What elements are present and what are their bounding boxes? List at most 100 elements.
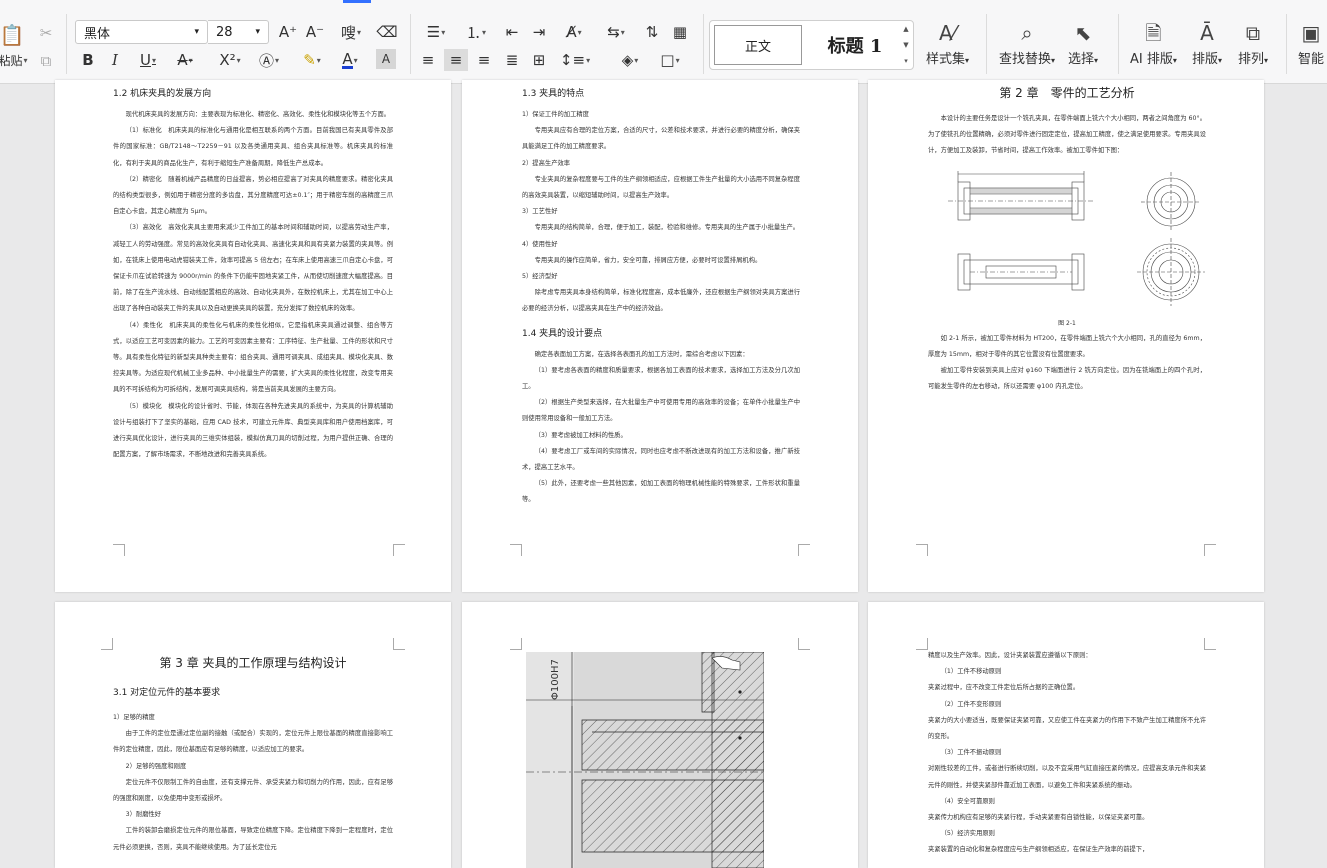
italic-icon[interactable]: I: [103, 49, 127, 71]
figure-caption: 图 2-1: [1058, 319, 1076, 327]
strikethrough-icon[interactable]: A ▾: [170, 49, 200, 71]
sort-icon[interactable]: ⇆ ▾: [600, 21, 632, 43]
align-left-icon[interactable]: ≡: [416, 49, 440, 71]
paragraph: 被加工零件安装到夹具上应对 φ160 下端面进行 2 铣方向定位。因为在铣端面上…: [928, 367, 1206, 391]
sort-az-icon[interactable]: ⇅: [640, 21, 664, 43]
paragraph: 确定各表面加工方案，在选择各表面孔的加工方法时，需综合考虑以下因素：: [534, 350, 749, 358]
font-name-value: 黑体: [84, 26, 111, 42]
find-replace-label: 查找替换: [999, 52, 1052, 67]
font-color-icon[interactable]: A ▾: [334, 49, 366, 71]
paragraph: 本设计的主要任务是设计一个铣孔夹具，在零件端面上铣六个大小相同，两者之间角度为 …: [928, 115, 1206, 155]
paragraph: 现代机床夹具的发展方向：主要表现为标准化、精密化、高效化、柔性化和模块化等五个方…: [125, 111, 391, 118]
underline-icon[interactable]: U ▾: [133, 49, 163, 71]
style-scroll[interactable]: ▲ ▼ ▾: [901, 25, 911, 65]
document-page[interactable]: 精度以及生产效率。因此，设计夹紧装置应遵循以下原则： （1）工件不移动原则 夹紧…: [868, 602, 1264, 868]
divider: [1286, 14, 1287, 74]
copy-icon[interactable]: ⧉: [34, 50, 58, 72]
paragraph: 专用夹具的操作应简单，省力，安全可靠，排屑应方便，必要时可设置排屑机构。: [534, 256, 762, 264]
paragraph: 夹紧过程中，应不改变工件定位后所占据的正确位置。: [928, 684, 1080, 692]
paragraph: 专业夹具的复杂程度要与工件的生产纲领相适应，应根据工件生产批量的大小选用不同复杂…: [522, 175, 800, 200]
font-size-select[interactable]: 28 ▾: [208, 20, 269, 44]
divider: [986, 14, 987, 74]
line-spacing-icon[interactable]: ↕≡ ▾: [558, 49, 592, 71]
superscript-icon[interactable]: X² ▾: [214, 49, 246, 71]
style-set-button[interactable]: A⁄ 样式集▾: [926, 18, 969, 67]
table-icon[interactable]: ▦: [668, 21, 692, 43]
margin-corner: [916, 544, 928, 556]
list-item: 5）经济型好: [522, 273, 558, 281]
arrange-button[interactable]: ⧉ 排列▾: [1238, 18, 1268, 67]
layout-button[interactable]: Ā 排版▾: [1192, 18, 1222, 67]
number-list-icon[interactable]: ⒈ ▾: [460, 21, 492, 43]
chevron-down-icon[interactable]: ▼: [903, 41, 908, 49]
clear-format-icon[interactable]: ⌫: [375, 21, 399, 43]
paragraph: （4）要考虑工厂或车间的实际情况，同时也应考虑不断改进现有的加工方法和设备，推广…: [522, 447, 800, 472]
expand-icon[interactable]: ▾: [904, 57, 908, 65]
bullet-list-icon[interactable]: ☰ ▾: [420, 21, 452, 43]
bold-icon[interactable]: B: [76, 49, 100, 71]
outdent-icon[interactable]: ⇤: [500, 21, 524, 43]
list-item: （5）经济实用原则: [940, 830, 995, 838]
distribute-icon[interactable]: ⊞: [527, 49, 551, 71]
chevron-up-icon[interactable]: ▲: [903, 25, 908, 33]
text-effect-icon[interactable]: Ⓐ ▾: [254, 49, 284, 71]
list-item: （4）安全可靠原则: [940, 797, 995, 805]
find-replace-button[interactable]: ⌕ 查找替换▾: [999, 18, 1055, 67]
document-page[interactable]: 第 3 章 夹具的工作原理与结构设计 3.1 对定位元件的基本要求 1）足够的精…: [55, 602, 451, 868]
paragraph: （2）根据生产类型来选择，在大批量生产中可使用专用的高效率的设备；在单件小批量生…: [522, 399, 800, 423]
paste-icon[interactable]: 📋: [0, 22, 26, 48]
document-page[interactable]: 第 2 章 零件的工艺分析 本设计的主要任务是设计一个铣孔夹具，在零件端面上铣六…: [868, 80, 1264, 592]
section-heading: 1.4 夹具的设计要点: [522, 328, 603, 339]
cut-icon[interactable]: ✂: [34, 22, 58, 44]
paragraph: 夹紧装置的自动化和复杂程度应与生产纲领相适应，在保证生产效率的前提下，: [928, 846, 1149, 854]
text-direction-icon[interactable]: A̸ ▾: [558, 21, 590, 43]
paragraph: 夹紧力的大小要适当，既要保证夹紧可靠，又应使工件在夹紧力的作用下不致产生加工精度…: [928, 716, 1206, 741]
paragraph: （1）要考虑各表面的精度和质量要求，根据各加工表面的技术要求，选择加工方法及分几…: [522, 366, 800, 391]
char-shading-icon[interactable]: A: [376, 49, 396, 69]
align-right-icon[interactable]: ≡: [472, 49, 496, 71]
font-name-select[interactable]: 黑体 ▾: [75, 20, 208, 44]
paragraph: （3）要考虑被加工材料的性质。: [534, 431, 627, 439]
paragraph: 专用夹具的结构简单，合理，便于加工，装配，检验和维修。专用夹具的生产属于小批量生…: [534, 224, 800, 232]
border-icon[interactable]: □ ▾: [654, 49, 686, 71]
font-shrink-icon[interactable]: A⁻: [303, 21, 327, 43]
font-size-value: 28: [216, 24, 233, 40]
style-normal[interactable]: 正文: [714, 25, 802, 65]
divider: [1118, 14, 1119, 74]
paragraph: 除考虑专用夹具本身结构简单，标准化程度高，成本低廉外，还应根据生产纲领对夹具方案…: [522, 289, 800, 313]
paragraph: 如 2-1 所示，被加工零件材料为 HT200，在零件端面上铣六个大小相同，孔的…: [928, 334, 1206, 358]
divider: [410, 14, 411, 74]
margin-corner: [510, 544, 522, 556]
list-item: 4）使用性好: [522, 240, 558, 248]
list-item: 3）工艺性好: [522, 208, 558, 216]
style-heading1[interactable]: 标题 1: [810, 25, 900, 65]
chevron-down-icon: ▾: [255, 27, 260, 37]
list-item: 1）保证工件的加工精度: [522, 111, 589, 118]
justify-icon[interactable]: ≣: [500, 49, 524, 71]
margin-corner: [113, 544, 125, 556]
list-item: （2）工件不变形原则: [940, 700, 1002, 708]
font-grow-icon[interactable]: A⁺: [276, 21, 300, 43]
section-heading: 3.1 对定位元件的基本要求: [113, 688, 221, 698]
list-item: 1）足够的精度: [113, 714, 155, 721]
document-page[interactable]: 1.2 机床夹具的发展方向 现代机床夹具的发展方向：主要表现为标准化、精密化、高…: [55, 80, 451, 592]
margin-corner: [101, 638, 113, 650]
ai-layout-button[interactable]: 🗎 AI 排版▾: [1130, 18, 1177, 67]
highlight-icon[interactable]: ✎ ▾: [296, 49, 328, 71]
ai-layout-label: AI 排版: [1130, 52, 1173, 67]
divider: [66, 14, 67, 74]
phonetic-icon[interactable]: 嗖 ▾: [334, 21, 368, 43]
select-button[interactable]: ⬉ 选择▾: [1068, 18, 1098, 67]
shading-icon[interactable]: ◈ ▾: [614, 49, 646, 71]
align-center-icon[interactable]: ≡: [444, 49, 468, 71]
cursor-icon: ⬉: [1074, 21, 1092, 45]
ai-doc-icon: 🗎: [1145, 21, 1162, 45]
style-gallery: 正文 标题 1 ▲ ▼ ▾: [709, 20, 914, 70]
paste-label: 粘贴: [0, 53, 23, 68]
paste-button[interactable]: 粘贴 ▾: [0, 52, 28, 68]
smart-button[interactable]: ▣ 智能: [1298, 18, 1324, 67]
indent-icon[interactable]: ⇥: [527, 21, 551, 43]
document-page[interactable]: Φ100H7: [462, 602, 858, 868]
dimension-label: Φ100H7: [550, 659, 561, 700]
document-page[interactable]: 1.3 夹具的特点 1）保证工件的加工精度 专用夹具应有合理的定位方案，合适的尺…: [462, 80, 858, 592]
